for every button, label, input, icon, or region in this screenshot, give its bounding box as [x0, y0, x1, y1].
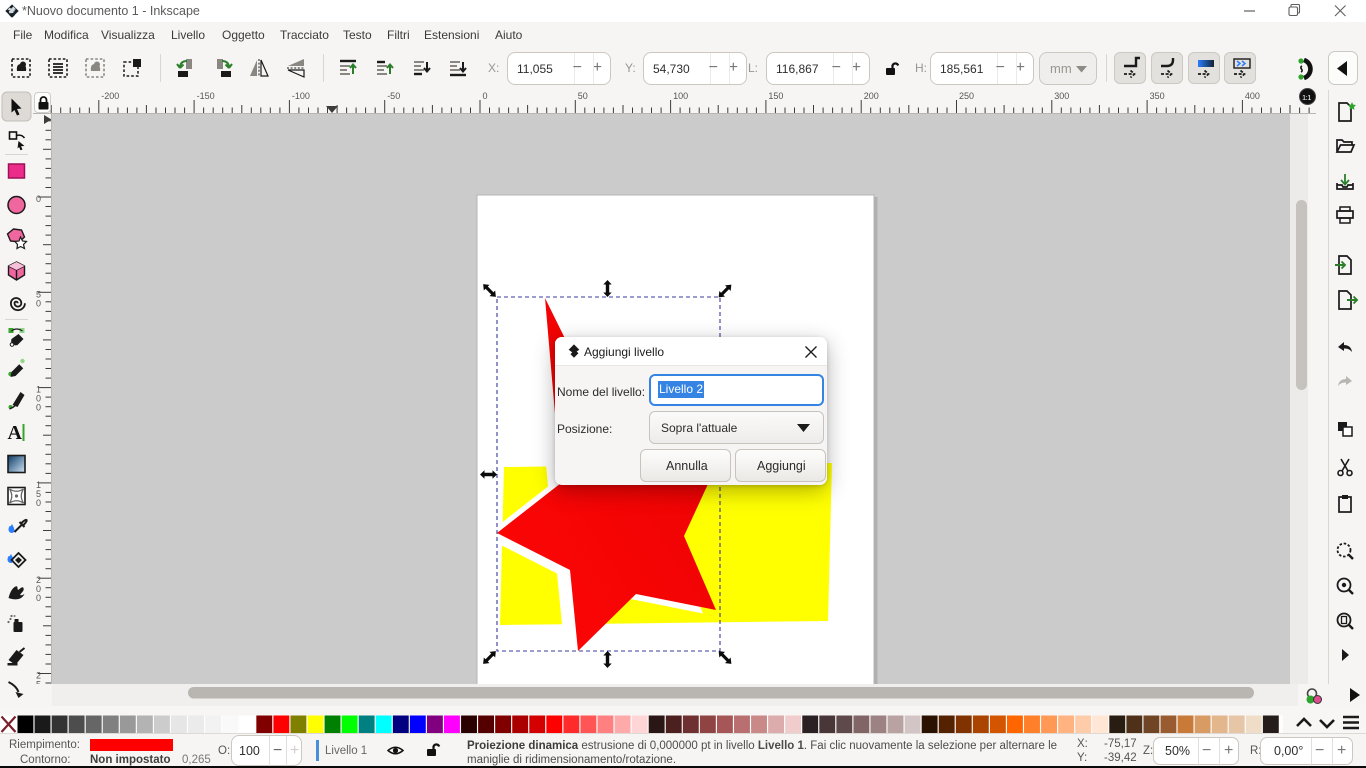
svg-text:350: 350: [1150, 91, 1165, 101]
svg-text:0: 0: [36, 194, 41, 204]
svg-text:100: 100: [673, 91, 688, 101]
svg-text:200: 200: [864, 91, 879, 101]
svg-text:-200: -200: [101, 91, 119, 101]
svg-text:150: 150: [768, 91, 783, 101]
svg-text:250: 250: [959, 91, 974, 101]
svg-text:50: 50: [578, 91, 588, 101]
svg-text:0: 0: [36, 498, 41, 508]
svg-text:-100: -100: [292, 91, 310, 101]
svg-text:A: A: [8, 422, 23, 444]
svg-text:300: 300: [1054, 91, 1069, 101]
svg-text:400: 400: [1245, 91, 1260, 101]
svg-text:0: 0: [36, 298, 41, 308]
svg-text:-150: -150: [197, 91, 215, 101]
svg-text:0: 0: [483, 91, 488, 101]
svg-text:0: 0: [36, 593, 41, 603]
svg-text:5: 5: [36, 680, 41, 685]
svg-text:0: 0: [36, 403, 41, 413]
svg-text:-50: -50: [387, 91, 400, 101]
